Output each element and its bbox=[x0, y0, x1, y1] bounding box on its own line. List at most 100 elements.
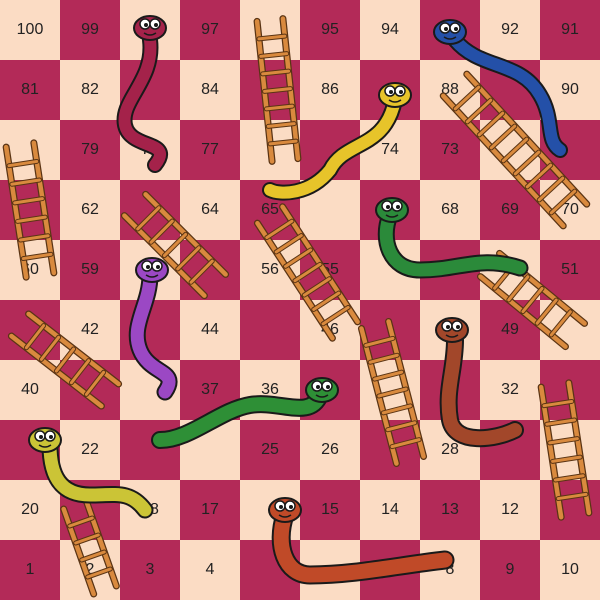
board-square bbox=[360, 420, 420, 480]
board-square bbox=[60, 360, 120, 420]
board-square: 73 bbox=[420, 120, 480, 180]
board-square: 9 bbox=[480, 540, 540, 600]
board-square: 36 bbox=[240, 360, 300, 420]
board-square: 44 bbox=[180, 300, 240, 360]
board-square: 88 bbox=[420, 60, 480, 120]
board-square: 4 bbox=[180, 540, 240, 600]
board-square: 62 bbox=[60, 180, 120, 240]
board-square bbox=[0, 120, 60, 180]
board-square: 12 bbox=[480, 480, 540, 540]
board-square bbox=[0, 420, 60, 480]
board-square bbox=[120, 300, 180, 360]
board-square bbox=[360, 60, 420, 120]
board-square bbox=[120, 180, 180, 240]
board-square bbox=[120, 420, 180, 480]
board-square bbox=[240, 60, 300, 120]
board-square: 14 bbox=[360, 480, 420, 540]
board-square: 78 bbox=[120, 120, 180, 180]
board-square: 70 bbox=[540, 180, 600, 240]
board-square bbox=[540, 420, 600, 480]
game-board: 100 99 97 95 94 92 91 81 82 84 86 88 90 79 78 77 74 73 62 6… bbox=[0, 0, 600, 600]
board-square bbox=[540, 300, 600, 360]
board-square bbox=[420, 0, 480, 60]
board-square: 86 bbox=[300, 60, 360, 120]
board-square: 8 bbox=[420, 540, 480, 600]
board-square: 56 bbox=[240, 240, 300, 300]
board-square bbox=[480, 120, 540, 180]
board-square: 51 bbox=[540, 240, 600, 300]
board-square: 3 bbox=[120, 540, 180, 600]
board-square bbox=[0, 180, 60, 240]
board-square: 18 bbox=[120, 480, 180, 540]
board-square: 42 bbox=[60, 300, 120, 360]
board-square bbox=[300, 180, 360, 240]
board-square bbox=[120, 60, 180, 120]
board-square bbox=[480, 420, 540, 480]
board-square: 60 bbox=[0, 240, 60, 300]
board-square: 1 bbox=[0, 540, 60, 600]
board-square: 59 bbox=[60, 240, 120, 300]
board-square: 49 bbox=[480, 300, 540, 360]
board-square: 68 bbox=[420, 180, 480, 240]
board-square: 74 bbox=[360, 120, 420, 180]
board-square bbox=[480, 60, 540, 120]
board-square bbox=[240, 120, 300, 180]
board-square bbox=[300, 540, 360, 600]
board-square bbox=[360, 240, 420, 300]
board-square: 22 bbox=[60, 420, 120, 480]
board-square bbox=[240, 0, 300, 60]
board-square: 46 bbox=[300, 300, 360, 360]
board-square bbox=[420, 360, 480, 420]
board-square bbox=[0, 300, 60, 360]
board-square: 94 bbox=[360, 0, 420, 60]
board-square: 55 bbox=[300, 240, 360, 300]
board-square bbox=[300, 360, 360, 420]
board-square: 81 bbox=[0, 60, 60, 120]
board-square: 65 bbox=[240, 180, 300, 240]
board-square bbox=[120, 360, 180, 420]
board-square bbox=[120, 240, 180, 300]
board-square: 90 bbox=[540, 60, 600, 120]
board-square bbox=[420, 240, 480, 300]
board-square: 17 bbox=[180, 480, 240, 540]
board-square: 100 bbox=[0, 0, 60, 60]
board-square: 20 bbox=[0, 480, 60, 540]
board-square: 84 bbox=[180, 60, 240, 120]
board-square: 97 bbox=[180, 0, 240, 60]
board-square: 91 bbox=[540, 0, 600, 60]
board-square: 77 bbox=[180, 120, 240, 180]
board-square bbox=[240, 300, 300, 360]
board-square bbox=[240, 540, 300, 600]
board-square: 25 bbox=[240, 420, 300, 480]
board-square bbox=[540, 120, 600, 180]
board-square: 92 bbox=[480, 0, 540, 60]
board-square bbox=[420, 300, 480, 360]
board-square bbox=[480, 240, 540, 300]
board-square: 26 bbox=[300, 420, 360, 480]
board-square bbox=[60, 480, 120, 540]
board-square: 13 bbox=[420, 480, 480, 540]
board-square: 40 bbox=[0, 360, 60, 420]
board-square: 10 bbox=[540, 540, 600, 600]
board-square bbox=[360, 180, 420, 240]
board-square: 64 bbox=[180, 180, 240, 240]
board-square: 95 bbox=[300, 0, 360, 60]
board-square: 2 bbox=[60, 540, 120, 600]
board-square bbox=[180, 240, 240, 300]
board-square bbox=[360, 300, 420, 360]
board-square bbox=[540, 360, 600, 420]
board-square: 79 bbox=[60, 120, 120, 180]
board-square: 37 bbox=[180, 360, 240, 420]
board-square: 28 bbox=[420, 420, 480, 480]
board-square: 15 bbox=[300, 480, 360, 540]
board-square bbox=[240, 480, 300, 540]
board-square bbox=[300, 120, 360, 180]
board-square: 69 bbox=[480, 180, 540, 240]
board-square: 32 bbox=[480, 360, 540, 420]
board-square bbox=[120, 0, 180, 60]
board-square bbox=[180, 420, 240, 480]
board-square bbox=[540, 480, 600, 540]
board-square: 82 bbox=[60, 60, 120, 120]
board-square bbox=[360, 540, 420, 600]
board-square: 99 bbox=[60, 0, 120, 60]
